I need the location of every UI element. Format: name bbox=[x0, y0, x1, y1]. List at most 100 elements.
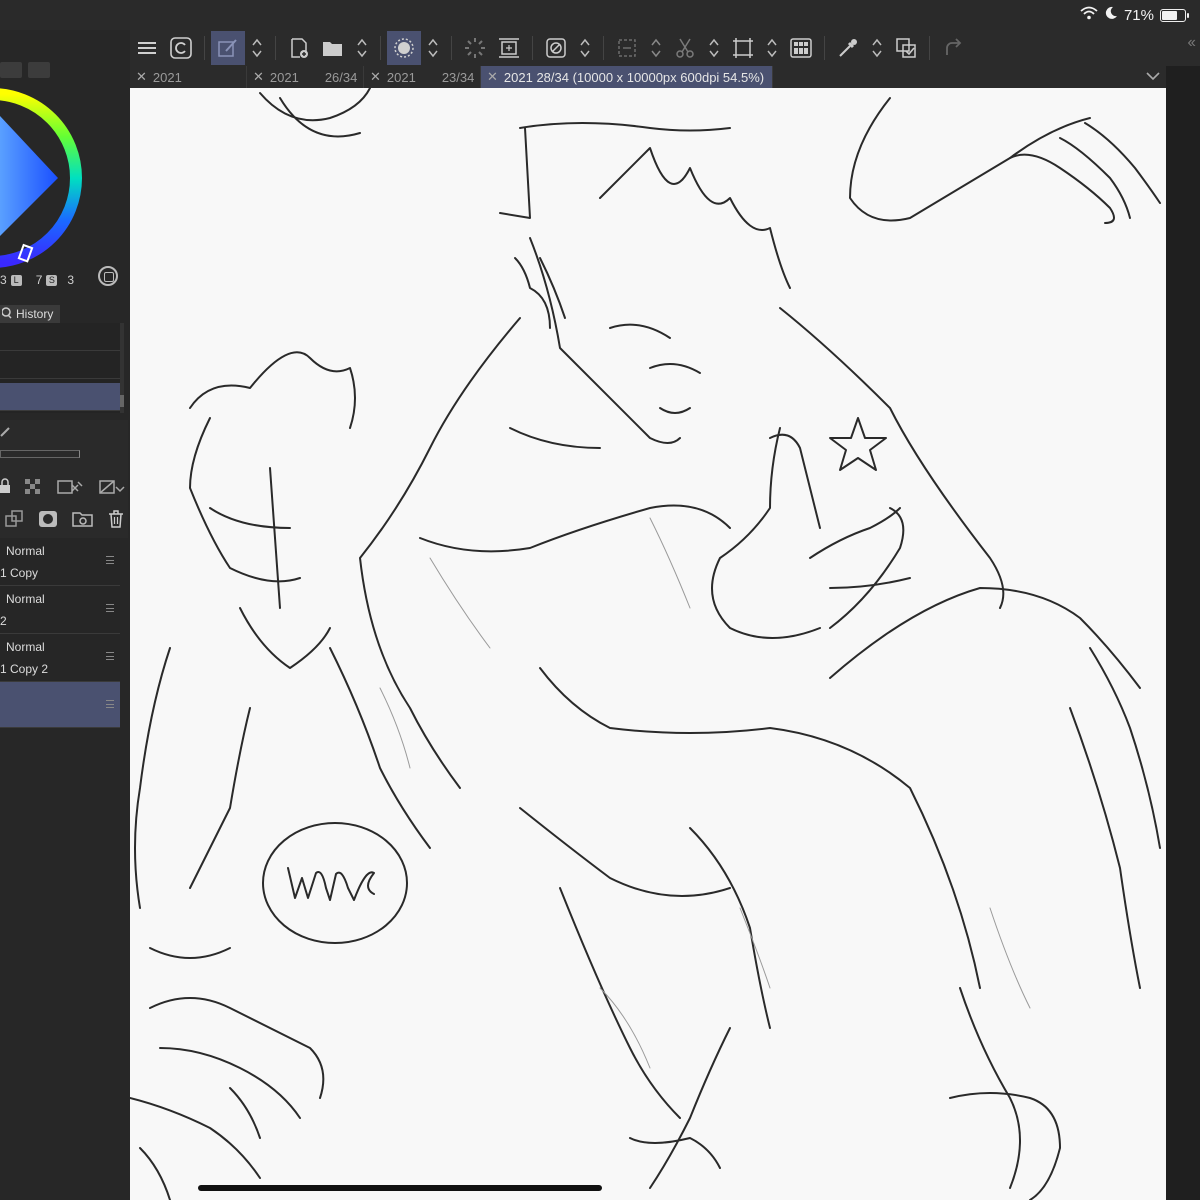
drag-handle-icon[interactable] bbox=[106, 700, 114, 708]
status-right: 71% bbox=[1080, 5, 1189, 25]
canvas-tab-bar: ✕ 2021 ✕ 2021 26/34 ✕ 2021 23/34 ✕ 2021 … bbox=[130, 66, 1166, 88]
layer-tools-row bbox=[0, 478, 126, 501]
cut-icon[interactable] bbox=[668, 31, 702, 65]
up-down-arrows-icon[interactable] bbox=[245, 31, 269, 65]
copy-layer-icon[interactable] bbox=[4, 510, 24, 533]
separator bbox=[380, 36, 381, 60]
color-set-tab[interactable] bbox=[28, 62, 50, 78]
tab-history[interactable]: History bbox=[0, 305, 60, 323]
layer-transfer-icon[interactable] bbox=[889, 31, 923, 65]
tab-document-1[interactable]: ✕ 2021 bbox=[130, 66, 247, 88]
right-gutter bbox=[1166, 88, 1200, 1200]
eyedropper-icon[interactable] bbox=[831, 31, 865, 65]
layer-list: Normal 1 Copy Normal 2 Normal 1 Copy 2 bbox=[0, 538, 120, 728]
trash-icon[interactable] bbox=[108, 510, 124, 533]
value-s: 3 bbox=[67, 273, 75, 287]
separator bbox=[275, 36, 276, 60]
tab-document-3[interactable]: ✕ 2021 23/34 bbox=[364, 66, 481, 88]
layer-actions-row bbox=[4, 510, 124, 533]
up-down-arrows-icon[interactable] bbox=[421, 31, 445, 65]
blend-mode: Normal bbox=[6, 640, 45, 654]
color-wheel[interactable] bbox=[0, 86, 90, 276]
close-icon[interactable]: ✕ bbox=[487, 69, 498, 85]
battery-icon bbox=[1160, 8, 1189, 22]
drag-handle-icon[interactable] bbox=[106, 652, 114, 660]
blend-mode: Normal bbox=[6, 544, 45, 558]
history-scrollbar[interactable] bbox=[120, 323, 124, 413]
wifi-icon bbox=[1080, 6, 1098, 24]
history-item[interactable] bbox=[0, 323, 120, 351]
command-bar: ‹‹ bbox=[130, 30, 1200, 66]
history-item-selected[interactable] bbox=[0, 383, 120, 411]
up-down-arrows-icon[interactable] bbox=[350, 31, 374, 65]
layer-item-selected[interactable] bbox=[0, 682, 120, 728]
edit-icon[interactable] bbox=[211, 31, 245, 65]
color-values: 3 L 7 S 3 bbox=[0, 273, 74, 287]
new-folder-icon[interactable] bbox=[72, 510, 94, 533]
battery-percent: 71% bbox=[1123, 6, 1154, 24]
layer-name: 2 bbox=[0, 614, 7, 628]
up-down-arrows-icon[interactable] bbox=[573, 31, 597, 65]
drag-handle-icon[interactable] bbox=[106, 604, 114, 612]
history-label: History bbox=[16, 307, 54, 321]
up-down-arrows-icon[interactable] bbox=[644, 31, 668, 65]
layer-item[interactable]: Normal 2 bbox=[0, 586, 120, 634]
color-panel-tabs bbox=[0, 62, 50, 78]
tab-label: 2021 bbox=[386, 69, 416, 85]
new-canvas-icon[interactable] bbox=[282, 31, 316, 65]
reference-layer-icon[interactable] bbox=[98, 478, 126, 501]
color-wheel-tab[interactable] bbox=[0, 62, 22, 78]
clip-studio-logo-icon[interactable] bbox=[164, 31, 198, 65]
tab-page: 26/34 bbox=[324, 69, 358, 85]
tab-document-active[interactable]: ✕ 2021 28/34 (10000 x 10000px 600dpi 54.… bbox=[481, 66, 773, 88]
redo-icon[interactable] bbox=[936, 31, 970, 65]
menu-icon[interactable] bbox=[130, 31, 164, 65]
collapse-panel-icon[interactable]: ‹‹ bbox=[1187, 34, 1196, 52]
tab-document-2[interactable]: ✕ 2021 26/34 bbox=[247, 66, 364, 88]
layer-name: 1 Copy bbox=[0, 566, 39, 580]
clip-layer-icon[interactable] bbox=[56, 478, 84, 501]
history-list bbox=[0, 323, 124, 413]
transparency-lock-icon[interactable] bbox=[24, 478, 42, 501]
tab-label: 2021 28/34 (10000 x 10000px 600dpi 54.5%… bbox=[503, 69, 765, 85]
opacity-slider[interactable] bbox=[0, 450, 80, 458]
open-folder-icon[interactable] bbox=[316, 31, 350, 65]
separator bbox=[603, 36, 604, 60]
history-icon bbox=[1, 306, 12, 322]
up-down-arrows-icon[interactable] bbox=[702, 31, 726, 65]
up-down-arrows-icon[interactable] bbox=[760, 31, 784, 65]
transform-icon[interactable] bbox=[539, 31, 573, 65]
grid-icon[interactable] bbox=[784, 31, 818, 65]
layer-panel-header bbox=[0, 420, 128, 538]
tab-label: 2021 bbox=[152, 69, 182, 85]
color-mode-icon[interactable] bbox=[98, 266, 118, 286]
close-icon[interactable]: ✕ bbox=[370, 69, 381, 85]
pen-icon bbox=[0, 424, 10, 442]
layer-item[interactable]: Normal 1 Copy bbox=[0, 538, 120, 586]
clip-studio-app: 71% ‹‹ ✕ 2021 ✕ 2021 26/34 ✕ 2021 23/34 … bbox=[0, 0, 1200, 1200]
drawing-canvas[interactable] bbox=[130, 88, 1166, 1200]
close-icon[interactable]: ✕ bbox=[253, 69, 264, 85]
chevron-down-icon[interactable] bbox=[1146, 68, 1160, 84]
mask-icon[interactable] bbox=[38, 510, 58, 533]
home-indicator[interactable] bbox=[198, 1185, 602, 1191]
brush-size-icon[interactable] bbox=[387, 31, 421, 65]
history-item[interactable] bbox=[0, 351, 120, 379]
sketch-drawing bbox=[130, 88, 1161, 1200]
tab-page: 23/34 bbox=[441, 69, 475, 85]
separator bbox=[929, 36, 930, 60]
drag-handle-icon[interactable] bbox=[106, 556, 114, 564]
close-icon[interactable]: ✕ bbox=[136, 69, 147, 85]
up-down-arrows-icon[interactable] bbox=[865, 31, 889, 65]
separator bbox=[451, 36, 452, 60]
crop-icon[interactable] bbox=[726, 31, 760, 65]
blend-mode: Normal bbox=[6, 592, 45, 606]
fit-canvas-icon[interactable] bbox=[492, 31, 526, 65]
separator bbox=[204, 36, 205, 60]
separator bbox=[532, 36, 533, 60]
layer-item[interactable]: Normal 1 Copy 2 bbox=[0, 634, 120, 682]
selection-icon[interactable] bbox=[610, 31, 644, 65]
layer-name: 1 Copy 2 bbox=[0, 662, 49, 676]
lock-icon[interactable] bbox=[0, 478, 10, 501]
spinner-icon[interactable] bbox=[458, 31, 492, 65]
